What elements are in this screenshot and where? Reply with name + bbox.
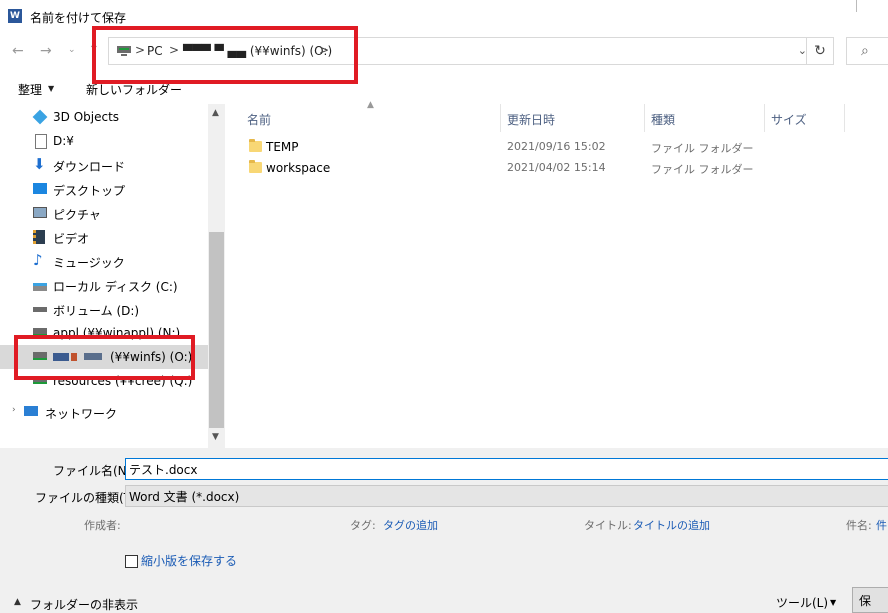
save-button[interactable]: 保 [852, 587, 888, 613]
download-icon: ⬇ [33, 155, 46, 173]
file-type: ファイル フォルダー [651, 163, 754, 176]
expand-chevron-icon[interactable]: › [12, 405, 16, 415]
column-header-size[interactable]: サイズ [771, 111, 807, 128]
drive-icon [35, 134, 47, 149]
nav-item-d-drive[interactable]: D:¥ [0, 129, 208, 153]
navigation-pane: 3D Objects D:¥ ⬇ ダウンロード デスクトップ ピクチャ ビデオ … [0, 104, 226, 448]
save-thumbnail-label[interactable]: 縮小版を保存する [141, 552, 237, 569]
file-date: 2021/09/16 15:02 [507, 140, 606, 153]
organize-button[interactable]: 整理 [18, 81, 42, 98]
tools-dropdown-icon[interactable]: ▼ [830, 598, 836, 607]
search-icon: ⌕ [861, 43, 869, 59]
search-input[interactable]: ⌕ [846, 37, 888, 65]
nav-item-volume-d[interactable]: ボリューム (D:) [0, 297, 208, 321]
file-name: TEMP [266, 140, 299, 154]
subject-label: 件名: [846, 519, 872, 532]
video-icon [33, 230, 45, 244]
file-type: ファイル フォルダー [651, 142, 754, 155]
sort-ascending-icon: ▲ [367, 100, 374, 110]
filename-label: ファイル名(N): [53, 464, 136, 478]
network-icon [24, 406, 38, 416]
folder-icon [249, 160, 262, 173]
nav-item-local-disk-c[interactable]: ローカル ディスク (C:) [0, 273, 208, 297]
subject-input[interactable]: 件 [876, 517, 887, 533]
forward-arrow-icon[interactable]: → [40, 43, 52, 59]
tools-button[interactable]: ツール(L) [776, 594, 828, 611]
desktop-icon [33, 183, 47, 194]
recent-locations-chevron-icon[interactable]: ⌄ [68, 45, 76, 55]
title-input[interactable]: タイトルの追加 [633, 517, 710, 533]
column-divider[interactable] [844, 104, 845, 132]
nav-item-videos[interactable]: ビデオ [0, 225, 208, 249]
picture-icon [33, 207, 47, 218]
nav-item-desktop[interactable]: デスクトップ [0, 177, 208, 201]
save-options-panel: ファイル名(N): テスト.docx ファイルの種類(T): Word 文書 (… [0, 448, 888, 613]
nav-item-label: ミュージック [53, 256, 125, 270]
disk-icon [33, 283, 47, 291]
tags-label: タグ: [350, 519, 376, 532]
nav-item-label: ダウンロード [53, 160, 126, 174]
scroll-up-icon[interactable]: ▲ [212, 108, 219, 118]
nav-item-label: ボリューム (D:) [53, 304, 140, 318]
column-divider[interactable] [644, 104, 645, 132]
nav-item-pictures[interactable]: ピクチャ [0, 201, 208, 225]
nav-item-label: ビデオ [53, 232, 90, 246]
refresh-icon[interactable]: ↻ [806, 37, 834, 65]
nav-item-label: ローカル ディスク (C:) [53, 280, 178, 294]
nav-item-label: ピクチャ [53, 208, 101, 222]
tags-input[interactable]: タグの追加 [383, 517, 438, 533]
hide-folders-button[interactable]: フォルダーの非表示 [30, 596, 138, 613]
window-title: 名前を付けて保存 [30, 11, 127, 25]
column-divider[interactable] [764, 104, 765, 132]
folder-icon [249, 139, 262, 152]
nav-item-music[interactable]: ♪ ミュージック [0, 249, 208, 273]
highlight-box-address [92, 26, 358, 84]
column-header-name[interactable]: 名前 [247, 111, 271, 128]
file-name: workspace [266, 161, 331, 175]
filename-input[interactable]: テスト.docx [125, 458, 888, 480]
file-list: ▲ 名前 更新日時 種類 サイズ TEMP 2021/09/16 15:02 フ… [228, 100, 888, 448]
word-app-icon: W [8, 9, 22, 23]
disk-icon [33, 307, 47, 312]
column-header-type[interactable]: 種類 [651, 111, 675, 128]
nav-item-downloads[interactable]: ⬇ ダウンロード [0, 153, 208, 177]
scroll-down-icon[interactable]: ▼ [212, 432, 219, 442]
table-row[interactable]: workspace 2021/04/02 15:14 ファイル フォルダー [228, 157, 888, 179]
highlight-box-nav-drive [14, 335, 195, 380]
cube-icon [32, 109, 48, 125]
author-label: 作成者: [84, 519, 121, 532]
nav-item-label: ネットワーク [45, 407, 118, 421]
nav-item-label: デスクトップ [53, 184, 126, 198]
nav-item-network[interactable]: › ネットワーク [0, 400, 208, 424]
nav-scrollbar[interactable]: ▲ ▼ [208, 104, 225, 448]
titlebar-divider [856, 0, 857, 12]
column-header-date[interactable]: 更新日時 [507, 111, 555, 128]
file-date: 2021/04/02 15:14 [507, 161, 606, 174]
nav-item-label: 3D Objects [53, 110, 120, 124]
column-divider[interactable] [500, 104, 501, 132]
title-label: タイトル: [584, 519, 632, 532]
table-row[interactable]: TEMP 2021/09/16 15:02 ファイル フォルダー [228, 136, 888, 158]
music-icon: ♪ [33, 251, 43, 269]
organize-dropdown-icon[interactable]: ▼ [48, 84, 54, 93]
nav-item-3d-objects[interactable]: 3D Objects [0, 105, 208, 129]
scroll-thumb[interactable] [209, 232, 224, 428]
nav-item-label: D:¥ [53, 134, 74, 148]
save-thumbnail-checkbox[interactable] [125, 555, 138, 568]
filetype-select[interactable]: Word 文書 (*.docx) [125, 485, 888, 507]
back-arrow-icon[interactable]: ← [12, 43, 24, 59]
collapse-up-icon[interactable]: ▲ [14, 597, 21, 607]
